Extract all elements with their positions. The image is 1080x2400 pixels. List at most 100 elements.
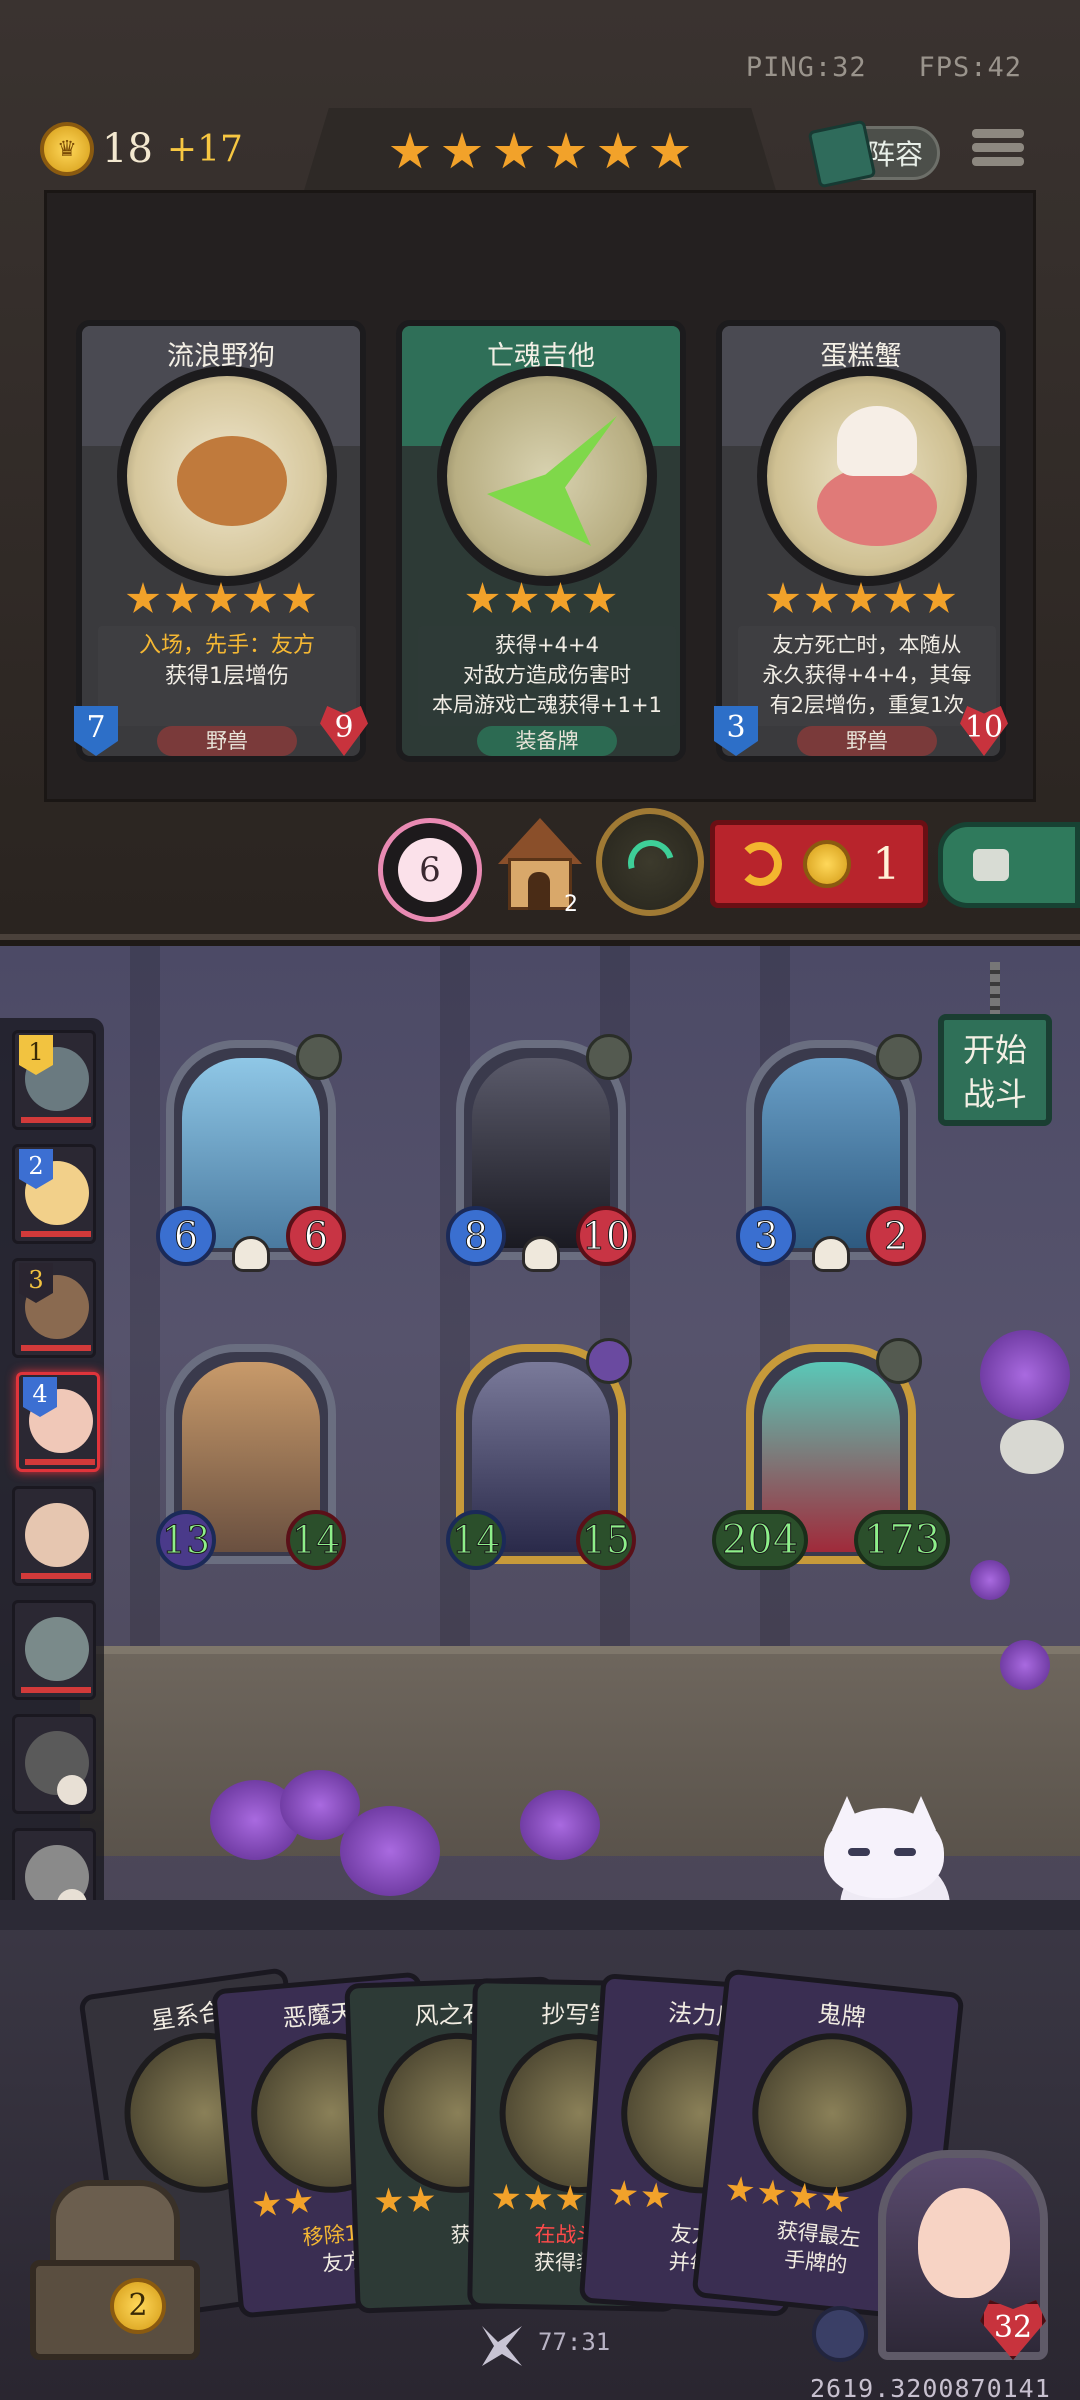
hand-card-stars bbox=[252, 2187, 314, 2220]
opponent-avatar bbox=[25, 1503, 89, 1567]
chest-lid-icon bbox=[50, 2180, 180, 2270]
star-icon bbox=[505, 582, 538, 613]
freeze-lock-button[interactable] bbox=[938, 822, 1080, 908]
lineup-label: 阵容 bbox=[866, 138, 923, 171]
card-description: 入场，先手：友方 获得1层增伤 bbox=[98, 626, 356, 726]
star-icon bbox=[282, 582, 316, 613]
board-minion-sorceress[interactable]: 14 15 bbox=[446, 1338, 636, 1570]
star-icon bbox=[544, 582, 577, 613]
attack-value: 204 bbox=[712, 1510, 808, 1570]
health-value: 10 bbox=[960, 706, 1008, 756]
opponent-entry[interactable] bbox=[12, 1600, 96, 1700]
hero-face bbox=[918, 2188, 1010, 2298]
refresh-cost: 1 bbox=[872, 838, 901, 890]
health-bar bbox=[21, 1231, 91, 1237]
desc-line: 对敌方造成伤害时 bbox=[463, 663, 631, 687]
tavern-tier-stars bbox=[390, 132, 690, 172]
star-icon bbox=[494, 132, 534, 169]
board-minion-chipmunk[interactable]: 13 14 bbox=[156, 1344, 346, 1570]
opponent-entry[interactable]: 3 bbox=[12, 1258, 96, 1358]
chat-bubble-icon[interactable] bbox=[1000, 1420, 1064, 1474]
health-bar bbox=[25, 1459, 95, 1465]
chest-count: 2 bbox=[110, 2278, 166, 2334]
house-count: 2 bbox=[564, 892, 578, 917]
opponent-entry[interactable]: 2 bbox=[12, 1144, 96, 1244]
ping-fps-readout: PING:32 FPS:42 bbox=[746, 52, 1022, 83]
star-icon bbox=[466, 582, 499, 613]
star-icon bbox=[546, 132, 586, 169]
health-bar bbox=[21, 1117, 91, 1123]
attack-value: 3 bbox=[714, 706, 758, 756]
hand-card-stars bbox=[492, 2184, 584, 2214]
cat-eye bbox=[894, 1848, 916, 1856]
board-minion-ice-golem[interactable]: 6 6 bbox=[156, 1034, 346, 1272]
board-rail bbox=[0, 1900, 1080, 1930]
dog-portrait bbox=[117, 366, 337, 586]
dog-figure bbox=[177, 436, 287, 526]
desc-line: 友方死亡时，本随从 bbox=[772, 633, 962, 657]
star-icon bbox=[756, 2178, 787, 2209]
star-icon bbox=[608, 2179, 638, 2209]
star-icon bbox=[766, 582, 800, 613]
rose-decoration bbox=[520, 1790, 600, 1860]
crab-body bbox=[817, 466, 937, 546]
rose-decoration bbox=[1000, 1640, 1050, 1690]
debug-coordinates: 2619.3200870141 bbox=[810, 2374, 1051, 2400]
card-stars bbox=[722, 582, 1000, 616]
star-icon bbox=[492, 2184, 520, 2212]
star-icon bbox=[922, 582, 956, 613]
star-icon bbox=[390, 132, 430, 169]
treasure-chest-button[interactable]: 2 bbox=[10, 2160, 220, 2380]
board-minion-reaper[interactable]: 8 10 bbox=[446, 1034, 636, 1272]
rose-decoration bbox=[970, 1560, 1010, 1600]
attack-value: 8 bbox=[446, 1206, 506, 1266]
door-icon bbox=[528, 872, 550, 910]
board-minion-hooded-girl[interactable]: 3 2 bbox=[736, 1034, 926, 1272]
gold-value: 18 bbox=[102, 126, 153, 172]
guitar-figure bbox=[487, 416, 617, 546]
star-icon bbox=[406, 2186, 435, 2215]
armor-shield-icon bbox=[812, 2306, 868, 2362]
star-icon bbox=[204, 582, 238, 613]
menu-button[interactable] bbox=[972, 124, 1024, 182]
shop-card-cake-crab[interactable]: 蛋糕蟹 友方死亡时，本随从 永久获得+4+4，其每 有2层增伤，重复1次 野兽 … bbox=[714, 320, 1008, 762]
star-icon bbox=[442, 132, 482, 169]
cake-top bbox=[837, 406, 917, 476]
hand-card-stars bbox=[608, 2179, 670, 2211]
ping-text: PING:32 bbox=[745, 52, 867, 83]
refresh-button[interactable]: 1 bbox=[710, 820, 928, 908]
gold-counter: ♛ 18 +17 bbox=[40, 122, 243, 176]
opponent-entry[interactable] bbox=[12, 1486, 96, 1586]
desc-line: 获得+4+4 bbox=[495, 633, 599, 657]
opponent-entry[interactable]: 1 bbox=[12, 1030, 96, 1130]
shop-card-soul-guitar[interactable]: 亡魂吉他 获得+4+4 对敌方造成伤害时 本局游戏亡魂获得+1+1 装备牌 bbox=[396, 320, 686, 762]
menu-line bbox=[972, 129, 1024, 138]
start-battle-button[interactable]: 开始 战斗 bbox=[938, 1014, 1052, 1126]
house-button[interactable]: 2 bbox=[492, 812, 588, 917]
board-minion-spectre[interactable]: 204 173 bbox=[712, 1338, 950, 1570]
round-timer: 77:31 bbox=[538, 2328, 611, 2356]
star-icon bbox=[126, 582, 160, 613]
opponent-entry-eliminated[interactable] bbox=[12, 1714, 96, 1814]
star-icon bbox=[252, 2190, 282, 2220]
attack-value: 3 bbox=[736, 1206, 796, 1266]
tribe-icon bbox=[876, 1338, 922, 1384]
hand-card-stars bbox=[374, 2186, 435, 2216]
tavern-capacity-button[interactable]: 6 bbox=[378, 818, 482, 922]
card-description: 友方死亡时，本随从 永久获得+4+4，其每 有2层增伤，重复1次 bbox=[738, 626, 996, 726]
star-icon bbox=[788, 2181, 819, 2212]
fps-text: FPS:42 bbox=[918, 52, 1022, 83]
lock-icon bbox=[973, 849, 1009, 881]
opponent-entry-current[interactable]: 4 bbox=[16, 1372, 100, 1472]
lineup-button[interactable]: 阵容 bbox=[807, 119, 940, 189]
pillar bbox=[130, 946, 160, 1666]
book-icon bbox=[807, 119, 877, 189]
desc-line: 入场，先手：友方 bbox=[138, 633, 315, 658]
health-value: 173 bbox=[854, 1510, 950, 1570]
guitar-portrait bbox=[437, 366, 657, 586]
shop-card-stray-dog[interactable]: 流浪野狗 入场，先手：友方 获得1层增伤 野兽 7 9 bbox=[74, 320, 368, 762]
health-value: 14 bbox=[286, 1510, 346, 1570]
spirit-button[interactable] bbox=[596, 808, 704, 916]
health-bar bbox=[21, 1345, 91, 1351]
rose-decoration bbox=[980, 1330, 1070, 1420]
